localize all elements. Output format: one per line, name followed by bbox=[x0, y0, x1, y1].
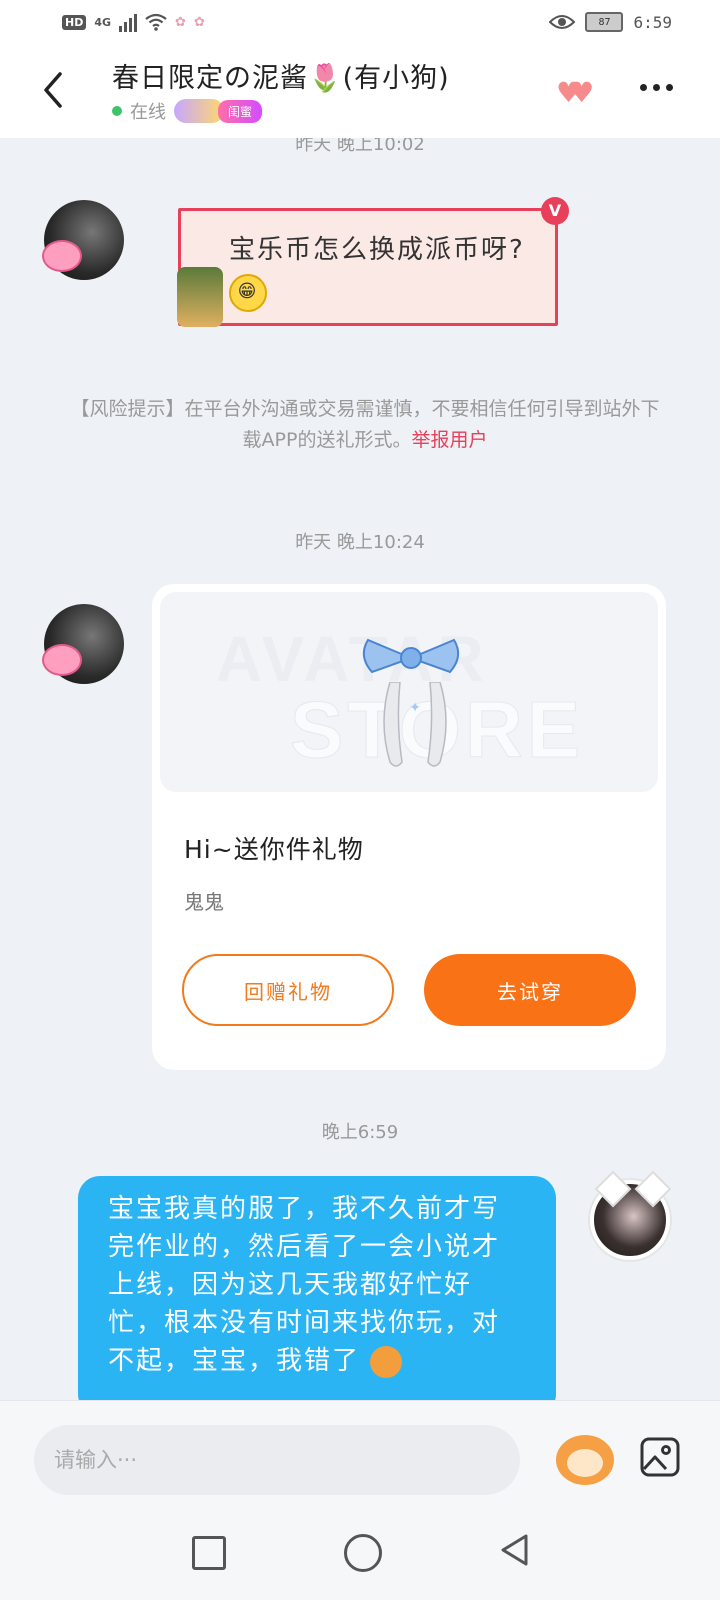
back-triangle-icon[interactable] bbox=[498, 1532, 530, 1568]
return-gift-button[interactable]: 回赠礼物 bbox=[182, 954, 394, 1026]
more-dots-icon[interactable] bbox=[640, 84, 673, 91]
vip-badge-icon: V bbox=[541, 197, 569, 225]
message-text: 宝宝我真的服了，我不久前才写完作业的，然后看了一会小说才上线，因为这几天我都好忙… bbox=[108, 1194, 501, 1376]
my-message-bubble[interactable]: 宝宝我真的服了，我不久前才写完作业的，然后看了一会小说才上线，因为这几天我都好忙… bbox=[78, 1176, 556, 1400]
message-bubble[interactable]: V 宝乐币怎么换成派币呀? 😁 bbox=[177, 197, 569, 327]
pig-decoration-icon bbox=[42, 240, 82, 272]
clock: 6:59 bbox=[633, 12, 672, 32]
battery-level: 87 bbox=[598, 16, 611, 28]
tiger-emoji-icon bbox=[370, 1345, 403, 1378]
network-type: 4G bbox=[94, 15, 112, 29]
grin-emoji-icon: 😁 bbox=[229, 273, 267, 312]
system-nav-bar bbox=[0, 1510, 720, 1600]
svg-text:✦: ✦ bbox=[409, 700, 421, 716]
gift-sender: 鬼鬼 bbox=[184, 890, 224, 914]
timestamp: 昨天 晚上10:24 bbox=[295, 532, 425, 553]
gift-title: Hi~送你件礼物 bbox=[184, 835, 364, 864]
online-label: 在线 bbox=[130, 102, 166, 123]
cat-ear-icon bbox=[634, 1170, 672, 1208]
gift-card[interactable]: AVATAR STORE ✦ Hi~送你件礼物 鬼鬼 回赠礼物 去试穿 bbox=[152, 584, 666, 1070]
chat-title[interactable]: 春日限定の泥酱🌷(有小狗) bbox=[112, 56, 450, 95]
wifi-icon bbox=[145, 13, 167, 31]
gift-item-icon: ✦ bbox=[383, 682, 447, 767]
image-icon[interactable] bbox=[640, 1437, 680, 1477]
emoji-icon[interactable] bbox=[556, 1435, 614, 1485]
avatar[interactable] bbox=[42, 200, 124, 280]
report-user-link[interactable]: 举报用户 bbox=[411, 429, 487, 451]
relation-badge[interactable]: 闺蜜 bbox=[218, 99, 263, 123]
risk-notice: 【风险提示】在平台外沟通或交易需谨慎，不要相信任何引导到站外下载APP的送礼形式… bbox=[70, 398, 660, 451]
signal-icon bbox=[119, 12, 138, 32]
character-sticker-icon bbox=[177, 267, 223, 327]
flower-icon: ✿ bbox=[193, 14, 205, 30]
chat-header: 春日限定の泥酱🌷(有小狗) 在线 闺蜜 ♥♥ bbox=[0, 50, 720, 138]
eye-icon bbox=[549, 15, 576, 29]
try-on-button[interactable]: 去试穿 bbox=[424, 954, 636, 1026]
recent-apps-icon[interactable] bbox=[192, 1536, 226, 1570]
message-input[interactable]: 请输入··· bbox=[34, 1425, 520, 1495]
online-dot bbox=[112, 106, 122, 116]
home-icon[interactable] bbox=[344, 1534, 382, 1572]
chevron-left-icon[interactable] bbox=[38, 70, 68, 110]
status-bar: HD 4G ✿ ✿ 87 6:59 bbox=[0, 0, 720, 50]
relation-stars-icon bbox=[174, 99, 224, 123]
hearts-icon[interactable]: ♥♥ bbox=[556, 76, 594, 109]
battery-icon: 87 bbox=[585, 12, 624, 32]
gift-image: AVATAR STORE ✦ bbox=[160, 592, 658, 792]
flower-icon: ✿ bbox=[175, 14, 186, 30]
cat-ear-icon bbox=[594, 1170, 632, 1208]
hd-indicator: HD bbox=[62, 14, 87, 30]
chat-history[interactable]: 昨天 晚上10:02 V 宝乐币怎么换成派币呀? 😁 【风险提示】在平台外沟通或… bbox=[0, 138, 720, 1400]
input-bar: 请输入··· bbox=[0, 1400, 720, 1511]
avatar[interactable] bbox=[42, 604, 124, 684]
my-avatar[interactable] bbox=[590, 1170, 672, 1260]
timestamp: 昨天 晚上10:02 bbox=[295, 138, 425, 155]
message-text: 宝乐币怎么换成派币呀? 😁 bbox=[229, 229, 539, 313]
pig-decoration-icon bbox=[42, 644, 82, 676]
online-status: 在线 闺蜜 bbox=[112, 98, 263, 124]
timestamp: 晚上6:59 bbox=[321, 1122, 399, 1143]
